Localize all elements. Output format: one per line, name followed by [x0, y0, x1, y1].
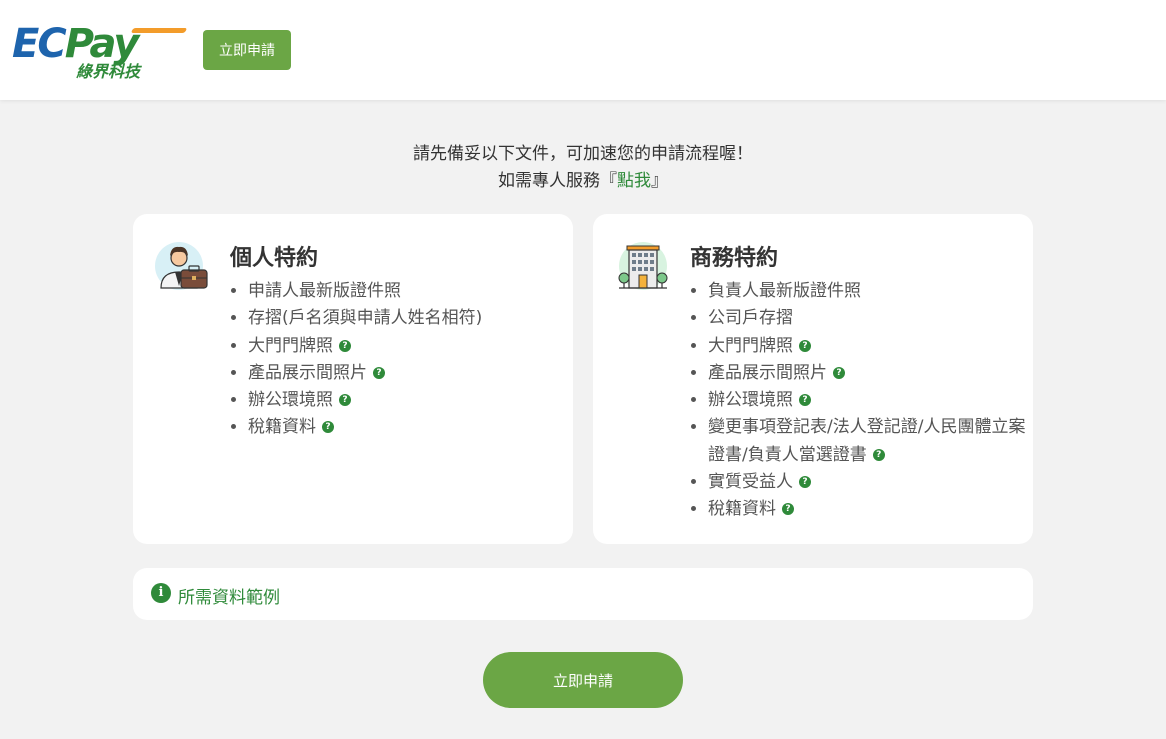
businessman-icon [155, 238, 211, 294]
header-apply-button[interactable]: 立即申請 [203, 30, 291, 70]
intro-line-1: 請先備妥以下文件，可加速您的申請流程喔！ [413, 144, 753, 164]
list-item: 大門門牌照? [708, 333, 1038, 360]
top-header: ECPay 綠界科技 立即申請 [0, 0, 1166, 100]
list-item: 存摺(戶名須與申請人姓名相符) [248, 305, 578, 332]
business-card-title: 商務特約 [690, 246, 779, 271]
list-item: 辦公環境照? [248, 387, 578, 414]
contact-link[interactable]: 點我 [617, 171, 651, 191]
list-item: 大門門牌照? [248, 333, 578, 360]
apply-now-button[interactable]: 立即申請 [483, 652, 683, 708]
list-item: 申請人最新版證件照 [248, 278, 578, 305]
personal-contract-card: 個人特約 申請人最新版證件照 存摺(戶名須與申請人姓名相符) 大門門牌照? 產品… [133, 214, 573, 544]
list-item: 稅籍資料? [248, 414, 578, 441]
intro-text: 請先備妥以下文件，可加速您的申請流程喔！ 如需專人服務『點我』 [0, 141, 1166, 195]
list-item: 辦公環境照? [708, 387, 1038, 414]
info-icon: i [151, 583, 171, 603]
help-icon[interactable]: ? [339, 394, 351, 407]
help-icon[interactable]: ? [799, 476, 811, 489]
help-icon[interactable]: ? [833, 366, 845, 379]
sample-documents-link[interactable]: 所需資料範例 [178, 583, 280, 608]
intro-line-2: 如需專人服務『點我』 [498, 171, 668, 191]
help-icon[interactable]: ? [782, 503, 794, 516]
help-icon[interactable]: ? [799, 339, 811, 352]
help-icon[interactable]: ? [872, 448, 885, 461]
list-item: 產品展示間照片? [248, 360, 578, 387]
help-icon[interactable]: ? [373, 366, 385, 379]
office-building-icon [615, 238, 671, 294]
list-item: 變更事項登記表/法人登記證/人民團體立案證書/負責人當選證書? [708, 414, 1038, 469]
business-document-list: 負責人最新版證件照 公司戶存摺 大門門牌照? 產品展示間照片? 辦公環境照? 變… [690, 278, 1038, 524]
list-item: 公司戶存摺 [708, 305, 1038, 332]
business-contract-card: 商務特約 負責人最新版證件照 公司戶存摺 大門門牌照? 產品展示間照片? 辦公環… [593, 214, 1033, 544]
list-item: 產品展示間照片? [708, 360, 1038, 387]
logo-swoosh [130, 28, 188, 33]
help-icon[interactable]: ? [322, 421, 334, 434]
logo-subtitle: 綠界科技 [76, 62, 141, 81]
help-icon[interactable]: ? [799, 394, 811, 407]
list-item: 實質受益人? [708, 469, 1038, 496]
sample-documents-bar[interactable]: i 所需資料範例 [133, 568, 1033, 620]
list-item: 稅籍資料? [708, 496, 1038, 523]
ecpay-logo[interactable]: ECPay 綠界科技 [12, 20, 190, 81]
list-item: 負責人最新版證件照 [708, 278, 1038, 305]
personal-card-title: 個人特約 [230, 246, 319, 271]
personal-document-list: 申請人最新版證件照 存摺(戶名須與申請人姓名相符) 大門門牌照? 產品展示間照片… [230, 278, 578, 442]
help-icon[interactable]: ? [339, 339, 351, 352]
